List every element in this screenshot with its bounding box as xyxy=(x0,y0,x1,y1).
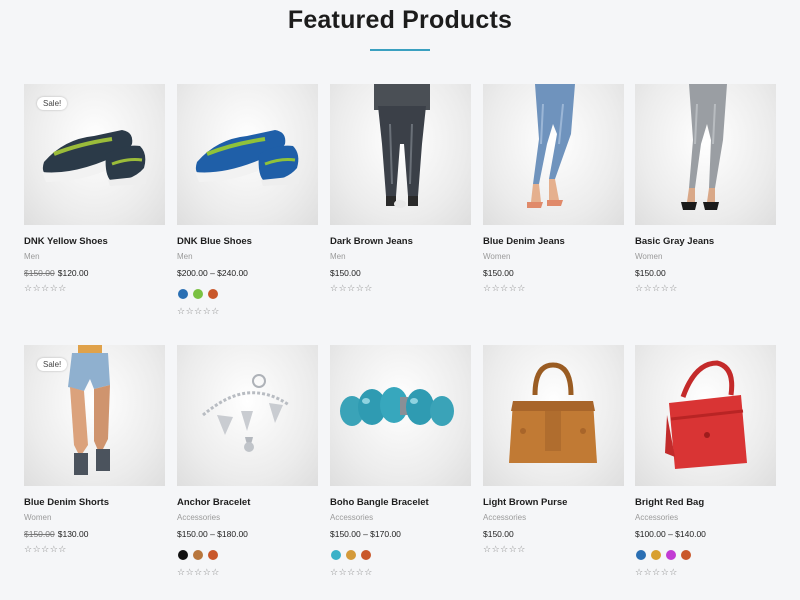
gray-jeans-image xyxy=(681,84,727,210)
product-name[interactable]: Light Brown Purse xyxy=(483,497,567,508)
star-rating: ☆☆☆☆☆ xyxy=(24,545,67,555)
product-image-jeans[interactable] xyxy=(635,84,776,225)
product-category[interactable]: Women xyxy=(483,252,510,261)
old-price: $150.00 xyxy=(24,268,55,278)
anchor-bracelet-image xyxy=(202,374,290,452)
color-swatch[interactable] xyxy=(361,550,371,560)
product-image-bag[interactable] xyxy=(635,345,776,486)
blue-shoes-image xyxy=(195,130,299,186)
product-price: $150.00 xyxy=(635,268,666,278)
star-rating: ☆☆☆☆☆ xyxy=(24,284,67,294)
color-swatch[interactable] xyxy=(193,550,203,560)
product-price: $150.00 xyxy=(330,268,361,278)
product-card[interactable]: Basic Gray Jeans Women $150.00 ☆☆☆☆☆ xyxy=(635,84,776,294)
color-swatch[interactable] xyxy=(178,289,188,299)
sale-price: $130.00 xyxy=(57,529,89,539)
product-card[interactable]: Light Brown Purse Accessories $150.00 ☆☆… xyxy=(483,345,624,555)
product-card[interactable]: Dark Brown Jeans Men $150.00 ☆☆☆☆☆ xyxy=(330,84,471,294)
color-swatch[interactable] xyxy=(208,289,218,299)
star-rating: ☆☆☆☆☆ xyxy=(330,284,373,294)
color-swatch[interactable] xyxy=(178,550,188,560)
product-category[interactable]: Women xyxy=(635,252,662,261)
red-bag-image xyxy=(665,360,747,469)
product-card[interactable]: DNK Blue Shoes Men $200.00 – $240.00 ☆☆☆… xyxy=(177,84,318,317)
sale-price: $120.00 xyxy=(57,268,89,278)
star-rating: ☆☆☆☆☆ xyxy=(177,568,220,578)
product-card[interactable]: Bright Red Bag Accessories $100.00 – $14… xyxy=(635,345,776,578)
product-name[interactable]: Blue Denim Jeans xyxy=(483,236,565,247)
product-image-jeans[interactable] xyxy=(483,84,624,225)
color-swatch[interactable] xyxy=(681,550,691,560)
product-name[interactable]: Blue Denim Shorts xyxy=(24,497,109,508)
product-image-shoes[interactable] xyxy=(177,84,318,225)
product-card[interactable]: Sale! Blue Denim Shorts Women $150.00 $13… xyxy=(24,345,165,555)
product-image-bracelet[interactable] xyxy=(330,345,471,486)
product-category[interactable]: Accessories xyxy=(177,513,220,522)
sale-badge: Sale! xyxy=(37,97,68,110)
product-name[interactable]: DNK Blue Shoes xyxy=(177,236,252,247)
product-category[interactable]: Men xyxy=(177,252,193,261)
product-name[interactable]: Bright Red Bag xyxy=(635,497,704,508)
product-price: $150.00 $120.00 xyxy=(24,268,88,278)
product-card[interactable]: Anchor Bracelet Accessories $150.00 – $1… xyxy=(177,345,318,578)
color-swatches xyxy=(636,550,691,561)
product-image-shoes[interactable]: Sale! xyxy=(24,84,165,225)
product-category[interactable]: Accessories xyxy=(635,513,678,522)
bangle-bracelet-image xyxy=(340,387,454,426)
color-swatches xyxy=(178,289,218,300)
product-card[interactable]: Boho Bangle Bracelet Accessories $150.00… xyxy=(330,345,471,578)
product-name[interactable]: Boho Bangle Bracelet xyxy=(330,497,429,508)
product-image-shorts[interactable]: Sale! xyxy=(24,345,165,486)
product-price: $150.00 – $170.00 xyxy=(330,529,401,539)
product-image-bracelet[interactable] xyxy=(177,345,318,486)
color-swatch[interactable] xyxy=(346,550,356,560)
product-name[interactable]: Dark Brown Jeans xyxy=(330,236,413,247)
product-name[interactable]: Anchor Bracelet xyxy=(177,497,250,508)
color-swatch[interactable] xyxy=(208,550,218,560)
product-price: $150.00 $130.00 xyxy=(24,529,88,539)
product-image-purse[interactable] xyxy=(483,345,624,486)
color-swatches xyxy=(178,550,218,561)
product-price: $200.00 – $240.00 xyxy=(177,268,248,278)
product-category[interactable]: Accessories xyxy=(330,513,373,522)
product-category[interactable]: Men xyxy=(330,252,346,261)
star-rating: ☆☆☆☆☆ xyxy=(635,284,678,294)
product-price: $150.00 – $180.00 xyxy=(177,529,248,539)
star-rating: ☆☆☆☆☆ xyxy=(483,284,526,294)
product-price: $100.00 – $140.00 xyxy=(635,529,706,539)
product-category[interactable]: Men xyxy=(24,252,40,261)
product-grid: Sale! DNK Yellow Shoes Men $150.00 $120.0… xyxy=(0,0,800,600)
product-card[interactable]: Sale! DNK Yellow Shoes Men $150.00 $120.0… xyxy=(24,84,165,294)
product-card[interactable]: Blue Denim Jeans Women $150.00 ☆☆☆☆☆ xyxy=(483,84,624,294)
product-name[interactable]: DNK Yellow Shoes xyxy=(24,236,108,247)
color-swatch[interactable] xyxy=(666,550,676,560)
color-swatch[interactable] xyxy=(193,289,203,299)
color-swatch[interactable] xyxy=(331,550,341,560)
product-image-jeans[interactable] xyxy=(330,84,471,225)
star-rating: ☆☆☆☆☆ xyxy=(635,568,678,578)
brown-purse-image xyxy=(509,362,597,463)
product-price: $150.00 xyxy=(483,529,514,539)
star-rating: ☆☆☆☆☆ xyxy=(330,568,373,578)
blue-jeans-image xyxy=(527,84,575,208)
color-swatch[interactable] xyxy=(651,550,661,560)
product-category[interactable]: Accessories xyxy=(483,513,526,522)
dark-jeans-image xyxy=(374,84,430,208)
product-name[interactable]: Basic Gray Jeans xyxy=(635,236,714,247)
product-price: $150.00 xyxy=(483,268,514,278)
star-rating: ☆☆☆☆☆ xyxy=(177,307,220,317)
color-swatches xyxy=(331,550,371,561)
old-price: $150.00 xyxy=(24,529,55,539)
sale-badge: Sale! xyxy=(37,358,68,371)
product-category[interactable]: Women xyxy=(24,513,51,522)
star-rating: ☆☆☆☆☆ xyxy=(483,545,526,555)
color-swatch[interactable] xyxy=(636,550,646,560)
